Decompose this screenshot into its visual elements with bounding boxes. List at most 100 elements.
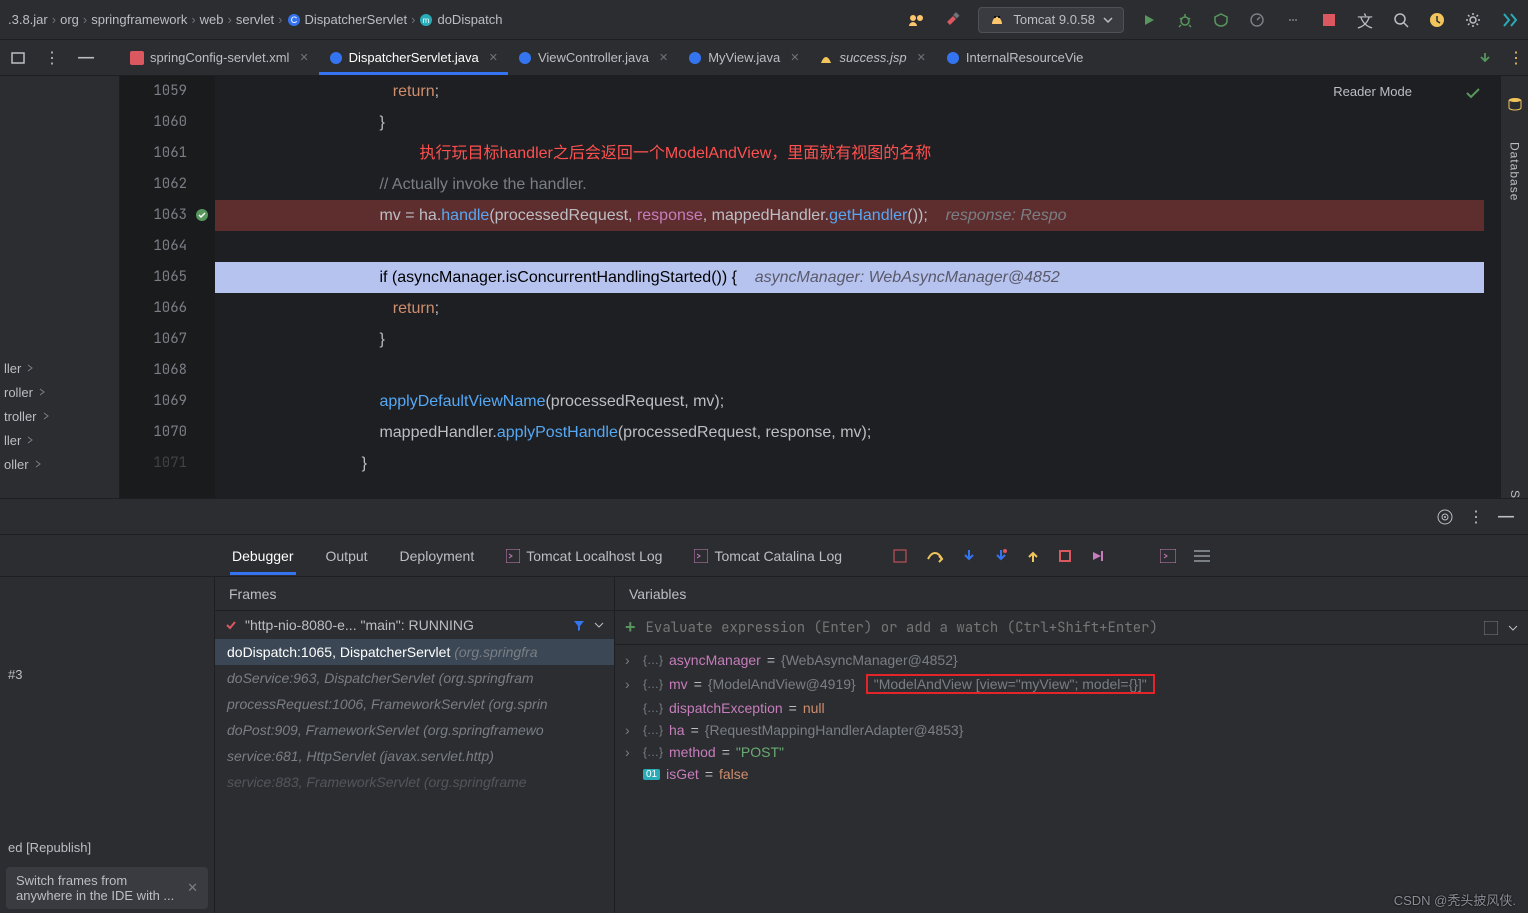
settings-icon[interactable] <box>1462 9 1484 31</box>
frame-row[interactable]: doPost:909, FrameworkServlet (org.spring… <box>215 717 614 743</box>
step-out-icon[interactable] <box>1026 548 1040 564</box>
evaluate-input[interactable] <box>646 619 1474 637</box>
close-icon[interactable]: ✕ <box>659 51 668 64</box>
tab-label: DispatcherServlet.java <box>349 50 479 65</box>
gutter: 1059106010611062 1063 106410651066106710… <box>120 76 215 479</box>
minimize-icon[interactable]: — <box>78 49 94 67</box>
debug-tabs: Debugger Output Deployment Tomcat Localh… <box>0 535 1528 577</box>
database-tool-icon[interactable] <box>1507 96 1523 112</box>
chevron-icon <box>25 363 35 373</box>
var-row[interactable]: {…} dispatchException = null <box>615 697 1528 719</box>
close-icon[interactable]: ✕ <box>489 51 498 64</box>
trace-icon[interactable] <box>1194 550 1210 562</box>
tab-viewcontroller[interactable]: ViewController.java✕ <box>508 40 678 75</box>
list-item[interactable]: troller <box>4 404 51 428</box>
var-row[interactable]: ›{…} mv = {ModelAndView@4919}"ModelAndVi… <box>615 671 1528 697</box>
list-item[interactable]: ller <box>4 428 51 452</box>
crumb-org[interactable]: org <box>60 12 79 27</box>
tab-successjsp[interactable]: success.jsp ✕ <box>809 40 935 75</box>
more-vert-icon[interactable]: ⋮ <box>44 48 60 68</box>
crumb-method[interactable]: doDispatch <box>437 12 502 27</box>
show-exec-icon[interactable] <box>892 548 908 564</box>
step-over-icon[interactable] <box>926 549 944 563</box>
evaluate-icon[interactable] <box>1160 549 1176 563</box>
list-item[interactable]: oller <box>4 452 51 476</box>
frame-row[interactable]: service:681, HttpServlet (javax.servlet.… <box>215 743 614 769</box>
more-vert-icon[interactable]: ⋮ <box>1468 507 1484 527</box>
database-label[interactable]: Database <box>1508 142 1522 201</box>
target-icon[interactable] <box>1436 508 1454 526</box>
crumb-servlet[interactable]: servlet <box>236 12 274 27</box>
tab-catalina-log[interactable]: Tomcat Catalina Log <box>692 538 844 574</box>
close-icon[interactable]: ✕ <box>299 51 308 64</box>
filter-icon[interactable] <box>572 618 586 632</box>
more-run-icon[interactable] <box>1282 9 1304 31</box>
expand-icon[interactable] <box>1484 621 1498 635</box>
svg-text:C: C <box>290 15 297 25</box>
frame-row[interactable]: doDispatch:1065, DispatcherServlet (org.… <box>215 639 614 665</box>
var-row[interactable]: ›{…} method = "POST" <box>615 741 1528 763</box>
cwm-icon[interactable] <box>906 9 928 31</box>
ai-icon[interactable] <box>1498 9 1520 31</box>
close-icon[interactable]: ✕ <box>790 51 799 64</box>
show-recent-icon[interactable] <box>1478 51 1492 65</box>
list-item[interactable]: roller <box>4 380 51 404</box>
tab-deployment[interactable]: Deployment <box>398 538 477 574</box>
force-step-into-icon[interactable] <box>994 548 1008 564</box>
translate-icon[interactable]: 文 <box>1354 9 1376 31</box>
tab-internalresourceview[interactable]: InternalResourceVie <box>936 40 1094 75</box>
list-item[interactable]: ller <box>4 356 51 380</box>
debug-icon[interactable] <box>1174 9 1196 31</box>
crumb-class[interactable]: DispatcherServlet <box>305 12 408 27</box>
more-vert-icon[interactable]: ⋮ <box>1508 48 1524 68</box>
add-watch-icon[interactable]: + <box>625 617 636 638</box>
project-tool-icon[interactable] <box>10 50 26 66</box>
jsp-icon <box>819 51 833 65</box>
chevron-down-icon[interactable] <box>1508 623 1518 633</box>
minimize-icon[interactable]: — <box>1498 508 1514 526</box>
crumb-web[interactable]: web <box>200 12 224 27</box>
hammer-icon[interactable] <box>942 9 964 31</box>
bool-icon: 01 <box>643 769 660 780</box>
frame-row[interactable]: service:883, FrameworkServlet (org.sprin… <box>215 769 614 795</box>
tab-label: success.jsp <box>839 50 906 65</box>
stop-icon[interactable] <box>1318 9 1340 31</box>
step-into-icon[interactable] <box>962 548 976 564</box>
java-class-icon <box>518 51 532 65</box>
thread-selector[interactable]: "http-nio-8080-e... "main": RUNNING <box>215 611 614 639</box>
profile-icon[interactable] <box>1246 9 1268 31</box>
update-icon[interactable] <box>1426 9 1448 31</box>
close-icon[interactable]: ✕ <box>917 51 926 64</box>
tab-output[interactable]: Output <box>324 538 370 574</box>
variables-list[interactable]: ›{…} asyncManager = {WebAsyncManager@485… <box>615 645 1528 913</box>
java-class-icon <box>688 51 702 65</box>
var-row[interactable]: ›{…} asyncManager = {WebAsyncManager@485… <box>615 649 1528 671</box>
tab-localhost-log[interactable]: Tomcat Localhost Log <box>504 538 664 574</box>
tab-debugger[interactable]: Debugger <box>230 538 296 574</box>
crumb-spring[interactable]: springframework <box>91 12 187 27</box>
frame-row[interactable]: processRequest:1006, FrameworkServlet (o… <box>215 691 614 717</box>
chevron-down-icon[interactable] <box>594 620 604 630</box>
frames-list[interactable]: doDispatch:1065, DispatcherServlet (org.… <box>215 639 614 913</box>
run-to-cursor-icon[interactable] <box>1090 549 1104 563</box>
search-icon[interactable] <box>1390 9 1412 31</box>
var-row[interactable]: 01 isGet = false <box>615 763 1528 785</box>
editor-tabs: ⋮ — springConfig-servlet.xml✕ Dispatcher… <box>0 40 1528 76</box>
run-config-label: Tomcat 9.0.58 <box>1013 12 1095 27</box>
thread-num: #3 <box>8 667 22 682</box>
tab-dispatcherservlet[interactable]: DispatcherServlet.java ✕ <box>319 40 508 75</box>
frame-row[interactable]: doService:963, DispatcherServlet (org.sp… <box>215 665 614 691</box>
annotation-text: 执行玩目标handler之后会返回一个ModelAndView，里面就有视图的名… <box>419 145 931 162</box>
breakpoint-hit-icon[interactable] <box>195 208 209 222</box>
close-icon[interactable]: ✕ <box>187 880 198 896</box>
tab-myview[interactable]: MyView.java✕ <box>678 40 809 75</box>
coverage-icon[interactable] <box>1210 9 1232 31</box>
method-icon: m <box>419 13 433 27</box>
var-row[interactable]: ›{…} ha = {RequestMappingHandlerAdapter@… <box>615 719 1528 741</box>
run-config-select[interactable]: Tomcat 9.0.58 <box>978 7 1124 33</box>
switch-frames-tip[interactable]: Switch frames from anywhere in the IDE w… <box>6 867 208 909</box>
drop-frame-icon[interactable] <box>1058 549 1072 563</box>
tab-springconfig[interactable]: springConfig-servlet.xml✕ <box>120 40 319 75</box>
crumb-jar[interactable]: .3.8.jar <box>8 12 48 27</box>
run-icon[interactable] <box>1138 9 1160 31</box>
